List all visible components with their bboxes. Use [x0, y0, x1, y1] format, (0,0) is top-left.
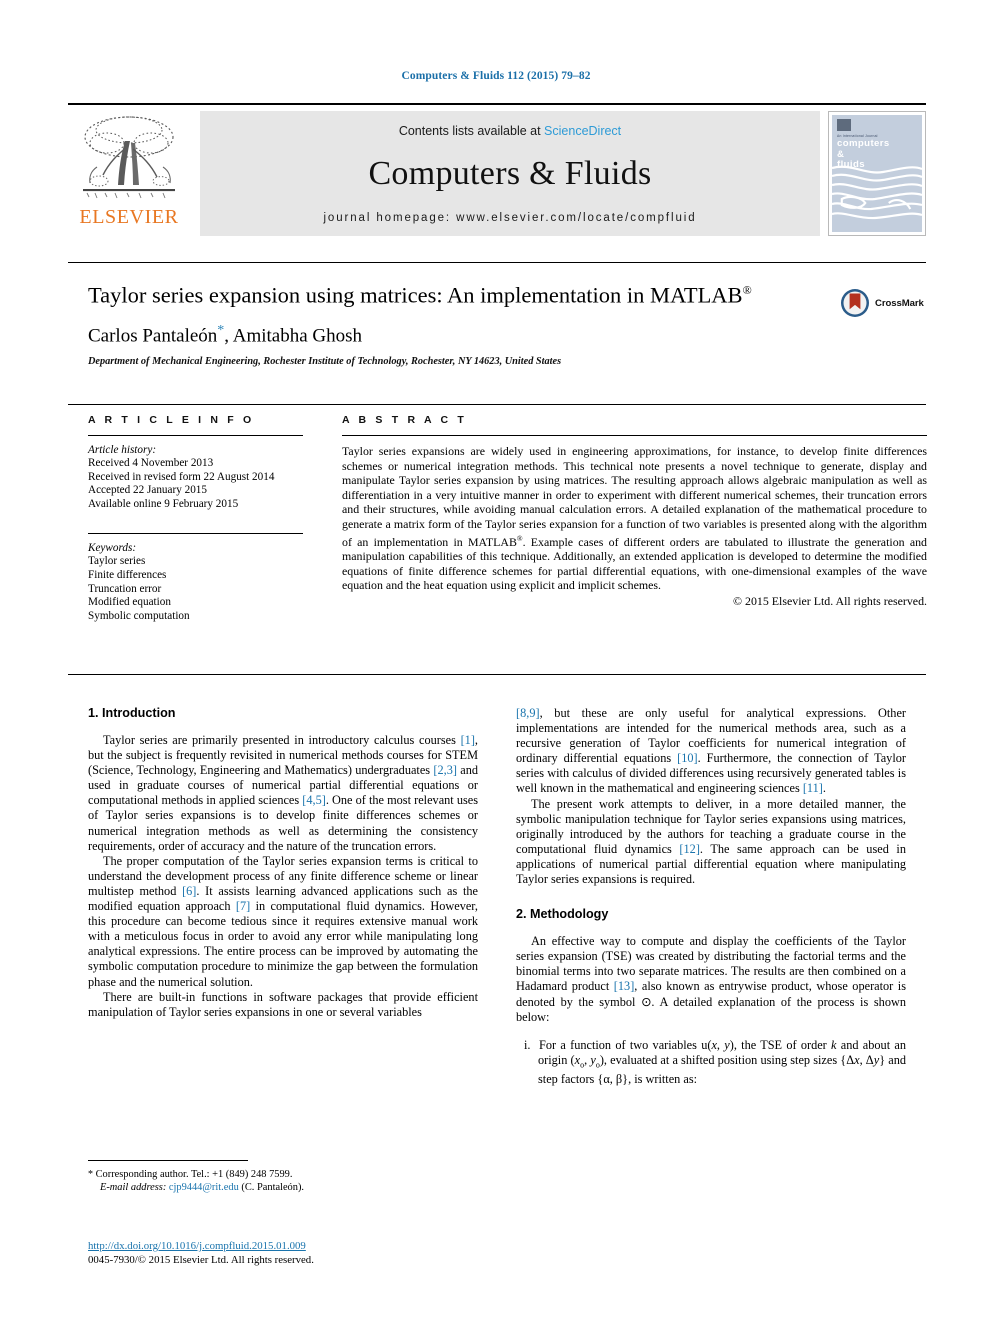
email-owner: (C. Pantaleón). [241, 1182, 305, 1194]
abstract-body: Taylor series expansions are widely used… [342, 444, 927, 593]
section-heading-introduction: 1. Introduction [88, 706, 176, 720]
methodology-list-item-i: i. For a function of two variables u(x, … [516, 1038, 906, 1088]
crossmark-icon [841, 289, 869, 317]
crossmark-badge[interactable]: CrossMark [840, 286, 940, 320]
elsevier-logo: ELSEVIER [68, 111, 190, 236]
list-marker: i. [524, 1037, 531, 1052]
cover-wave-graphic [832, 165, 922, 220]
item-b: ), the TSE of order [729, 1037, 832, 1052]
item-e: ), evaluated at a shifted position using… [599, 1052, 855, 1067]
abstract-heading: A B S T R A C T [342, 414, 467, 426]
citation-ref[interactable]: [8,9] [516, 706, 540, 720]
keywords-rule [88, 533, 303, 535]
paper-title-text: Taylor series expansion using matrices: … [88, 282, 743, 308]
keyword-item: Modified equation [88, 596, 171, 609]
doi-block: http://dx.doi.org/10.1016/j.compfluid.20… [88, 1239, 508, 1267]
author-primary: Carlos Pantaleón [88, 324, 218, 346]
corresponding-author-text: Corresponding author. Tel.: +1 (849) 248… [95, 1169, 293, 1180]
citation-ref[interactable]: [10] [677, 751, 698, 765]
article-info-column: A R T I C L E I N F O Article history: R… [88, 414, 303, 623]
methodology-paragraph-1: An effective way to compute and display … [516, 934, 906, 1025]
citation-ref[interactable]: [6] [182, 884, 196, 898]
citation-ref[interactable]: [11] [803, 781, 823, 795]
citation-ref[interactable]: [13] [614, 979, 635, 993]
author-secondary: , Amitabha Ghosh [224, 324, 363, 346]
intro-paragraph-3-cont: [8,9], but these are only useful for ana… [516, 706, 906, 797]
body-columns: 1. Introduction Taylor series are primar… [88, 706, 906, 1087]
abstract-copyright: © 2015 Elsevier Ltd. All rights reserved… [733, 593, 927, 608]
paper-page: Computers & Fluids 112 (2015) 79–82 ELSE… [0, 0, 992, 1323]
left-column: 1. Introduction Taylor series are primar… [88, 706, 478, 1087]
cover-title-line1: computers [837, 138, 890, 149]
doi-link[interactable]: http://dx.doi.org/10.1016/j.compfluid.20… [88, 1239, 508, 1253]
citation-ref[interactable]: [2,3] [433, 763, 457, 777]
email-link[interactable]: cjp9444@rit.edu [169, 1182, 239, 1193]
abstract-rule [342, 435, 927, 436]
author-affiliation: Department of Mechanical Engineering, Ro… [88, 355, 562, 367]
citation-ref[interactable]: [4,5] [302, 793, 326, 807]
keyword-item: Taylor series [88, 555, 146, 568]
email-label: E-mail address: [100, 1182, 167, 1194]
item-f: , Δ [859, 1052, 874, 1067]
intro-p3-d: . [822, 781, 826, 796]
keyword-item: Truncation error [88, 582, 162, 595]
citation-ref[interactable]: [7] [236, 899, 250, 913]
citation-ref[interactable]: [12] [679, 842, 700, 856]
footnote-divider [88, 1160, 248, 1161]
sciencedirect-link[interactable]: ScienceDirect [544, 124, 621, 138]
paper-title: Taylor series expansion using matrices: … [88, 277, 828, 309]
article-history-online: Available online 9 February 2015 [88, 497, 239, 510]
intro-paragraph-2: The proper computation of the Taylor ser… [88, 854, 478, 990]
article-history-label: Article history: [88, 444, 157, 456]
citation-ref[interactable]: [1] [461, 733, 475, 747]
info-panel-bottom-divider [68, 674, 926, 675]
elsevier-tree-icon [77, 113, 181, 205]
author-list: Carlos Pantaleón*, Amitabha Ghosh [88, 323, 828, 347]
footnote-marker: * [88, 1169, 93, 1180]
contents-prefix: Contents lists available at [398, 123, 545, 138]
item-a: For a function of two variables u( [539, 1037, 712, 1052]
info-panel-top-divider [68, 404, 926, 405]
section-heading-methodology: 2. Methodology [516, 907, 609, 922]
intro-paragraph-1: Taylor series are primarily presented in… [88, 733, 478, 854]
title-block: Taylor series expansion using matrices: … [88, 277, 828, 367]
article-history-revised: Received in revised form 22 August 2014 [88, 470, 275, 483]
journal-masthead: ELSEVIER Contents lists available at Sci… [68, 103, 926, 236]
issn-copyright: 0045-7930/© 2015 Elsevier Ltd. All right… [88, 1254, 314, 1266]
keywords-label: Keywords: [88, 542, 137, 555]
elsevier-wordmark: ELSEVIER [79, 206, 179, 228]
abstract-part-1: Taylor series expansions are widely used… [342, 444, 927, 549]
footnote-block: * Corresponding author. Tel.: +1 (849) 2… [88, 1168, 488, 1195]
cover-logo-icon [837, 119, 851, 131]
paper-title-superscript: ® [742, 283, 752, 297]
journal-banner: Contents lists available at ScienceDirec… [200, 111, 820, 236]
abstract-column: A B S T R A C T Taylor series expansions… [342, 414, 927, 609]
contents-available-line: Contents lists available at ScienceDirec… [399, 124, 621, 138]
journal-cover-thumbnail[interactable]: An International Journal computers & flu… [828, 111, 926, 236]
article-history-received: Received 4 November 2013 [88, 457, 214, 469]
article-info-rule [88, 435, 303, 436]
crossmark-label: CrossMark [875, 297, 924, 309]
journal-homepage-link[interactable]: journal homepage: www.elsevier.com/locat… [323, 212, 696, 224]
article-info-heading: A R T I C L E I N F O [88, 414, 255, 426]
keyword-item: Finite differences [88, 568, 167, 581]
running-head: Computers & Fluids 112 (2015) 79–82 [401, 70, 591, 82]
intro-paragraph-3-start: There are built-in functions in software… [88, 990, 478, 1020]
intro-paragraph-4: The present work attempts to deliver, in… [516, 797, 906, 888]
article-history-accepted: Accepted 22 January 2015 [88, 484, 207, 497]
intro-p3-a: There are built-in functions in software… [88, 989, 478, 1019]
title-divider [68, 262, 926, 263]
email-note: E-mail address: cjp9444@rit.edu (C. Pant… [88, 1181, 488, 1194]
keyword-item: Symbolic computation [88, 609, 190, 622]
keywords-block: Keywords: Taylor series Finite differenc… [88, 533, 303, 623]
journal-title: Computers & Fluids [368, 154, 652, 192]
right-column: [8,9], but these are only useful for ana… [516, 706, 906, 1087]
corresponding-author-note: * Corresponding author. Tel.: +1 (849) 2… [88, 1168, 488, 1181]
intro-p1-a: Taylor series are primarily presented in… [103, 733, 461, 747]
